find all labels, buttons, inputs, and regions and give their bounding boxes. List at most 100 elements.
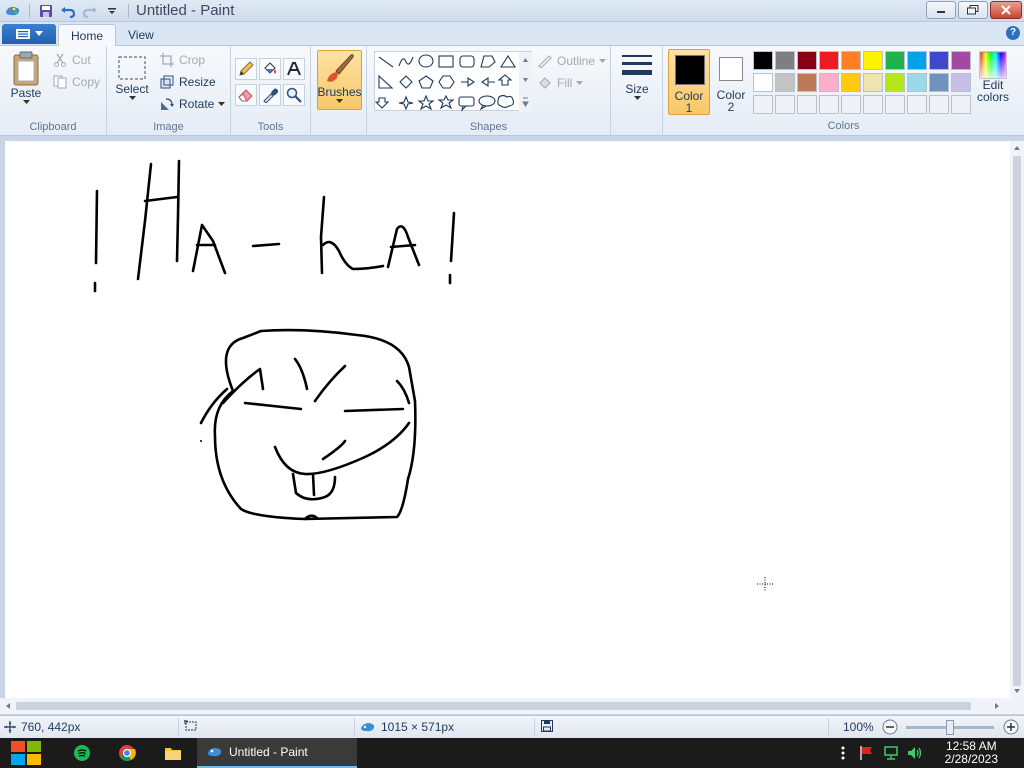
tab-home[interactable]: Home (58, 24, 117, 47)
scroll-up-icon[interactable] (1010, 143, 1024, 153)
palette-custom-slot[interactable] (775, 95, 795, 114)
paste-button[interactable]: Paste (6, 50, 46, 105)
zoom-in-icon[interactable] (1003, 719, 1019, 735)
tray-network[interactable] (880, 738, 902, 768)
taskbar-chrome[interactable] (110, 738, 144, 768)
taskbar-paint[interactable]: Untitled - Paint (197, 738, 357, 768)
redo-icon[interactable] (81, 2, 99, 20)
pencil-tool[interactable] (235, 58, 257, 80)
fill-tool[interactable] (259, 58, 281, 80)
minimize-icon (937, 11, 945, 13)
palette-color-swatch[interactable] (929, 73, 949, 92)
image-group-label: Image (153, 121, 184, 133)
tray-flag[interactable] (856, 738, 878, 768)
ribbon-tabs: Home View ? (0, 22, 1024, 47)
paint-app-icon (208, 747, 222, 757)
palette-color-swatch[interactable] (797, 73, 817, 92)
eraser-tool[interactable] (235, 84, 257, 106)
tray-overflow[interactable] (836, 738, 850, 768)
palette-custom-slot[interactable] (863, 95, 883, 114)
palette-color-swatch[interactable] (907, 73, 927, 92)
vertical-scroll-thumb[interactable] (1013, 156, 1021, 686)
help-icon[interactable]: ? (1006, 26, 1020, 40)
save-icon[interactable] (37, 2, 55, 20)
brushes-button[interactable]: Brushes (317, 50, 362, 110)
minimize-button[interactable] (926, 1, 956, 19)
palette-custom-slot[interactable] (753, 95, 773, 114)
close-button[interactable] (990, 1, 1022, 19)
edit-colors-label-2: colors (976, 90, 1009, 104)
palette-custom-slot[interactable] (885, 95, 905, 114)
palette-color-swatch[interactable] (885, 73, 905, 92)
palette-color-swatch[interactable] (775, 73, 795, 92)
palette-color-swatch[interactable] (863, 51, 883, 70)
scroll-right-icon[interactable] (992, 698, 1002, 714)
palette-color-swatch[interactable] (819, 73, 839, 92)
chevron-down-icon (599, 58, 607, 63)
copy-button[interactable]: Copy (52, 74, 100, 90)
select-button[interactable]: Select (115, 54, 149, 101)
size-label: Size (625, 82, 649, 96)
paint-app-icon[interactable] (4, 2, 22, 20)
taskbar-app-green[interactable] (66, 738, 98, 768)
palette-color-swatch[interactable] (753, 73, 773, 92)
chevron-down-icon (336, 99, 343, 103)
palette-custom-slot[interactable] (841, 95, 861, 114)
magnifier-tool[interactable] (283, 84, 305, 106)
drawing-canvas[interactable] (5, 141, 1010, 698)
palette-color-swatch[interactable] (819, 51, 839, 70)
palette-color-swatch[interactable] (929, 51, 949, 70)
cursor-position-text: 760, 442px (21, 720, 81, 734)
color-picker-tool[interactable] (259, 84, 281, 106)
scroll-down-icon[interactable] (1010, 686, 1024, 696)
crop-button[interactable]: Crop (159, 52, 205, 68)
palette-custom-slot[interactable] (819, 95, 839, 114)
horizontal-scroll-thumb[interactable] (16, 702, 971, 710)
fill-dropdown[interactable]: Fill (537, 75, 584, 91)
palette-custom-slot[interactable] (797, 95, 817, 114)
zoom-slider[interactable] (906, 720, 994, 735)
scroll-left-icon[interactable] (3, 698, 13, 714)
zoom-slider-thumb[interactable] (946, 720, 954, 735)
tray-volume[interactable] (904, 738, 926, 768)
shapes-gallery-icons (375, 52, 532, 112)
app-menu-button[interactable] (2, 24, 56, 44)
horizontal-scrollbar[interactable] (0, 698, 1024, 714)
palette-color-swatch[interactable] (863, 73, 883, 92)
palette-color-swatch[interactable] (885, 51, 905, 70)
restore-button[interactable] (958, 1, 988, 19)
text-tool[interactable] (283, 58, 305, 80)
palette-custom-slot[interactable] (907, 95, 927, 114)
palette-color-swatch[interactable] (951, 73, 971, 92)
resize-button[interactable]: Resize (159, 74, 216, 90)
start-button[interactable] (0, 738, 52, 768)
palette-color-swatch[interactable] (753, 51, 773, 70)
system-clock[interactable]: 12:58 AM 2/28/2023 (945, 740, 998, 766)
palette-color-swatch[interactable] (841, 73, 861, 92)
edit-colors-button[interactable]: Edit colors (975, 51, 1011, 103)
color2-button[interactable]: Color 2 (714, 49, 748, 115)
chevron-down-icon (633, 96, 641, 100)
ribbon: Paste Cut Copy Clipboard Select Crop Res… (0, 46, 1024, 136)
palette-color-swatch[interactable] (797, 51, 817, 70)
outline-dropdown[interactable]: Outline (537, 53, 607, 69)
palette-custom-slot[interactable] (951, 95, 971, 114)
rotate-button[interactable]: Rotate (159, 96, 226, 112)
taskbar-paint-label: Untitled - Paint (229, 745, 308, 759)
zoom-out-icon[interactable] (882, 719, 898, 735)
undo-icon[interactable] (59, 2, 77, 20)
customize-dropdown-icon[interactable] (103, 2, 121, 20)
clipboard-group: Paste Cut Copy Clipboard (0, 46, 107, 136)
chrome-icon (119, 745, 136, 762)
tab-view[interactable]: View (116, 24, 166, 47)
palette-color-swatch[interactable] (951, 51, 971, 70)
palette-custom-slot[interactable] (929, 95, 949, 114)
cut-button[interactable]: Cut (52, 52, 91, 68)
palette-color-swatch[interactable] (907, 51, 927, 70)
vertical-scrollbar[interactable] (1010, 141, 1024, 698)
size-button[interactable]: Size (618, 52, 656, 101)
palette-color-swatch[interactable] (841, 51, 861, 70)
palette-color-swatch[interactable] (775, 51, 795, 70)
taskbar-file-explorer[interactable] (156, 738, 190, 768)
color1-button[interactable]: Color 1 (668, 49, 710, 115)
